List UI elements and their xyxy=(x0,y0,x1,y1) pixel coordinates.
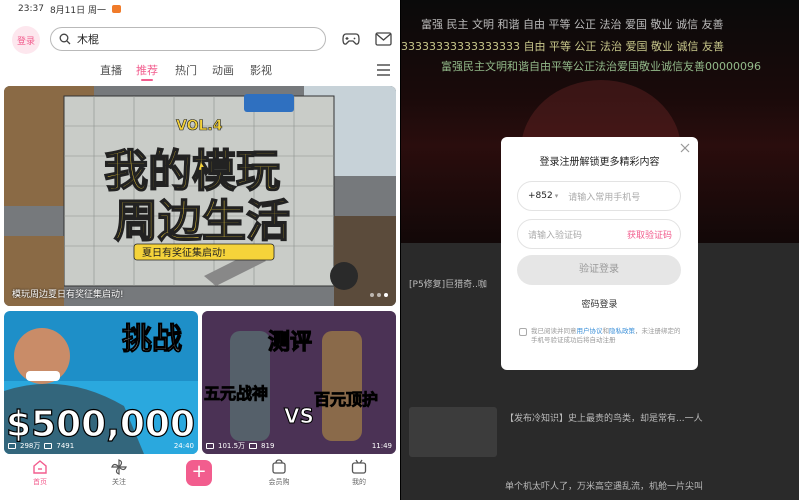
category-tabs: 直播 推荐 热门 动画 影视 xyxy=(0,62,400,84)
notification-icon xyxy=(111,5,121,13)
app-right-pane: 富强 民主 文明 和谐 自由 平等 公正 法治 爱国 敬业 诚信 友善 3333… xyxy=(401,0,799,500)
card-2-art-left: 五元战神 xyxy=(204,384,268,403)
carousel-dot-active xyxy=(384,293,388,297)
privacy-policy-link[interactable]: 隐私政策 xyxy=(609,327,635,335)
card-1-duration: 24:40 xyxy=(173,442,194,450)
status-bar: 23:37 8月11日 周一 xyxy=(0,0,400,18)
agreement-text: 我已阅读并同意用户协议和隐私政策，未注册绑定的手机号验证成功后将自动注册 xyxy=(519,327,685,345)
related-thumb xyxy=(409,407,497,457)
tab-anime[interactable]: 动画 xyxy=(212,62,234,78)
tab-recommend[interactable]: 推荐 xyxy=(136,62,158,78)
related-title-3: 单个机太吓人了，万米高空遇乱流，机舱一片尖叫 xyxy=(505,482,704,492)
banner-headline-1: 我的模玩 xyxy=(104,146,280,197)
shop-bag-icon xyxy=(272,459,286,474)
chevron-down-icon: ▾ xyxy=(554,192,559,200)
status-time: 23:37 xyxy=(18,4,44,14)
agree-prefix: 我已阅读并同意 xyxy=(531,327,577,335)
play-count-icon xyxy=(206,443,214,449)
bottom-nav: 首页 关注 + 会员购 我的 xyxy=(0,455,400,500)
card-2-art-title: 测评 xyxy=(268,330,312,355)
tab-film[interactable]: 影视 xyxy=(250,62,272,78)
carousel-dot xyxy=(370,293,374,297)
home-icon xyxy=(33,460,47,474)
card-2-art-right: 百元顶护 xyxy=(314,390,378,409)
video-card-2[interactable]: 测评 五元战神 VS 百元顶护 101.5万 819 11:49 xyxy=(202,311,396,454)
video-thumbnail-2: 测评 五元战神 VS 百元顶护 xyxy=(202,311,396,454)
nav-mine[interactable]: 我的 xyxy=(339,459,379,487)
verify-login-button[interactable]: 验证登录 xyxy=(517,255,681,285)
search-input[interactable]: 木棍 xyxy=(50,27,326,51)
related-title-1: [P5修复]巨猎奇..咖 xyxy=(409,280,487,290)
card-2-duration: 11:49 xyxy=(371,442,392,450)
video-card-1[interactable]: 挑战 $500,000 298万 7491 24:40 xyxy=(4,311,198,454)
nav-mall-label: 会员购 xyxy=(268,478,290,486)
pinwheel-icon xyxy=(111,459,127,475)
active-tab-indicator xyxy=(141,79,153,81)
country-code-select[interactable]: +852 xyxy=(528,191,553,201)
phone-input[interactable]: +852 ▾ 请输入常用手机号 xyxy=(517,181,681,211)
carousel-dot xyxy=(377,293,381,297)
publish-plus-button[interactable]: + xyxy=(186,460,212,486)
tv-icon xyxy=(351,459,367,474)
tab-hot[interactable]: 热门 xyxy=(175,62,197,78)
banner-carousel[interactable]: VOL.4 我的模玩 周边生活 夏日有奖征集启动! 模玩周边夏日有奖征集启动! xyxy=(4,86,396,306)
code-placeholder: 请输入验证码 xyxy=(528,230,583,241)
card-2-art-vs: VS xyxy=(284,404,314,428)
card-1-stats: 298万 7491 24:40 xyxy=(8,441,194,451)
code-input[interactable]: 请输入验证码 获取验证码 xyxy=(517,219,681,249)
nav-follow[interactable]: 关注 xyxy=(99,459,139,487)
card-1-art-big: $500,000 xyxy=(6,404,195,445)
search-value: 木棍 xyxy=(77,33,99,46)
agree-checkbox[interactable] xyxy=(519,328,527,336)
nav-home-label: 首页 xyxy=(33,478,47,486)
menu-icon[interactable] xyxy=(377,64,390,76)
phone-placeholder: 请输入常用手机号 xyxy=(568,192,641,203)
app-left-pane: 23:37 8月11日 周一 登录 木棍 直播 推荐 热门 动画 影视 VOL.… xyxy=(0,0,400,500)
login-avatar-button[interactable]: 登录 xyxy=(12,26,40,54)
banner-headline-2: 周边生活 xyxy=(114,196,290,247)
card-2-danmaku: 819 xyxy=(261,442,275,450)
carousel-dots xyxy=(370,293,388,297)
play-count-icon xyxy=(8,443,16,449)
danmaku-count-icon xyxy=(44,443,53,449)
banner-subline: 夏日有奖征集启动! xyxy=(142,246,226,259)
card-1-art-title: 挑战 xyxy=(122,322,182,357)
video-thumbnail-1: 挑战 $500,000 xyxy=(4,311,198,454)
card-1-views: 298万 xyxy=(20,442,41,450)
gamepad-icon[interactable] xyxy=(342,31,360,47)
mail-icon[interactable] xyxy=(375,32,392,46)
danmaku-count-icon xyxy=(249,443,258,449)
card-1-danmaku: 7491 xyxy=(56,442,75,450)
nav-home[interactable]: 首页 xyxy=(20,459,60,487)
search-icon xyxy=(59,33,71,45)
close-icon[interactable] xyxy=(680,143,690,153)
nav-mall[interactable]: 会员购 xyxy=(259,459,299,487)
user-agreement-link[interactable]: 用户协议 xyxy=(577,327,603,335)
get-code-button[interactable]: 获取验证码 xyxy=(627,228,672,241)
password-login-link[interactable]: 密码登录 xyxy=(501,297,698,310)
card-2-stats: 101.5万 819 11:49 xyxy=(206,441,392,451)
banner-caption: 模玩周边夏日有奖征集启动! xyxy=(12,290,124,300)
related-title-2: 【发布冷知识】史上最贵的鸟类，却是常有...一人 xyxy=(505,414,703,424)
card-2-views: 101.5万 xyxy=(218,442,246,450)
modal-title: 登录注册解锁更多精彩内容 xyxy=(539,157,660,168)
login-modal: 登录注册解锁更多精彩内容 +852 ▾ 请输入常用手机号 请输入验证码 获取验证… xyxy=(501,137,698,370)
status-date: 8月11日 周一 xyxy=(49,5,106,16)
nav-mine-label: 我的 xyxy=(352,478,366,486)
banner-vol-text: VOL.4 xyxy=(176,118,223,134)
banner-artwork: VOL.4 我的模玩 周边生活 夏日有奖征集启动! xyxy=(4,86,396,306)
top-bar: 登录 木棍 xyxy=(0,22,400,56)
nav-follow-label: 关注 xyxy=(112,478,126,486)
tab-live[interactable]: 直播 xyxy=(100,62,122,78)
